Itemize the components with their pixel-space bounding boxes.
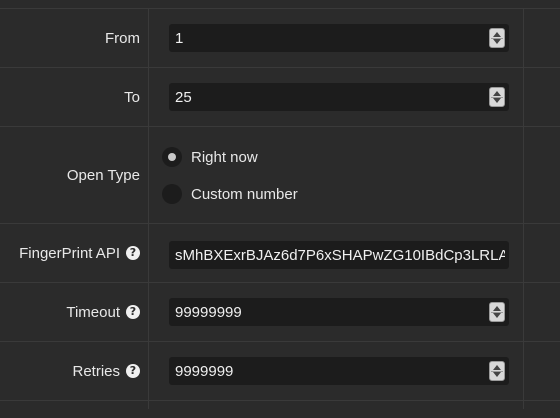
row-timeout: Timeout ? bbox=[0, 283, 560, 342]
timeout-spinner[interactable] bbox=[489, 302, 505, 322]
row-open-type: Open Type Right now Custom number bbox=[0, 127, 560, 224]
help-icon[interactable]: ? bbox=[126, 305, 140, 319]
settings-form: From To Open Type bbox=[0, 0, 560, 418]
fingerprint-api-field[interactable] bbox=[169, 241, 509, 269]
timeout-field[interactable] bbox=[169, 298, 509, 326]
row-from: From bbox=[0, 9, 560, 68]
retries-field[interactable] bbox=[169, 357, 509, 385]
radio-right-now-button[interactable] bbox=[162, 147, 182, 167]
from-spinner[interactable] bbox=[489, 28, 505, 48]
spin-up-icon[interactable] bbox=[493, 306, 501, 311]
to-spinner[interactable] bbox=[489, 87, 505, 107]
radio-right-now-label: Right now bbox=[191, 148, 258, 166]
timeout-input[interactable] bbox=[169, 298, 509, 326]
help-icon[interactable]: ? bbox=[126, 246, 140, 260]
spin-down-icon[interactable] bbox=[493, 98, 501, 103]
radio-custom-number-button[interactable] bbox=[162, 184, 182, 204]
to-label: To bbox=[124, 88, 140, 106]
retries-label: Retries bbox=[72, 362, 120, 380]
from-field[interactable] bbox=[169, 24, 509, 52]
spin-down-icon[interactable] bbox=[493, 39, 501, 44]
radio-custom-number-label: Custom number bbox=[191, 185, 298, 203]
radio-right-now[interactable]: Right now bbox=[162, 147, 258, 167]
timeout-label: Timeout bbox=[66, 303, 120, 321]
radio-custom-number[interactable]: Custom number bbox=[162, 184, 298, 204]
row-retries: Retries ? bbox=[0, 342, 560, 401]
fingerprint-api-input[interactable] bbox=[169, 241, 509, 269]
fingerprint-api-label: FingerPrint API bbox=[19, 244, 120, 262]
from-input[interactable] bbox=[169, 24, 509, 52]
spin-down-icon[interactable] bbox=[493, 313, 501, 318]
spin-down-icon[interactable] bbox=[493, 372, 501, 377]
to-field[interactable] bbox=[169, 83, 509, 111]
help-icon[interactable]: ? bbox=[126, 364, 140, 378]
spin-up-icon[interactable] bbox=[493, 365, 501, 370]
row-fingerprint-api: FingerPrint API ? bbox=[0, 224, 560, 283]
row-to: To bbox=[0, 68, 560, 127]
spin-up-icon[interactable] bbox=[493, 91, 501, 96]
retries-input[interactable] bbox=[169, 357, 509, 385]
from-label: From bbox=[105, 29, 140, 47]
spin-up-icon[interactable] bbox=[493, 32, 501, 37]
to-input[interactable] bbox=[169, 83, 509, 111]
open-type-label: Open Type bbox=[66, 166, 140, 184]
retries-spinner[interactable] bbox=[489, 361, 505, 381]
